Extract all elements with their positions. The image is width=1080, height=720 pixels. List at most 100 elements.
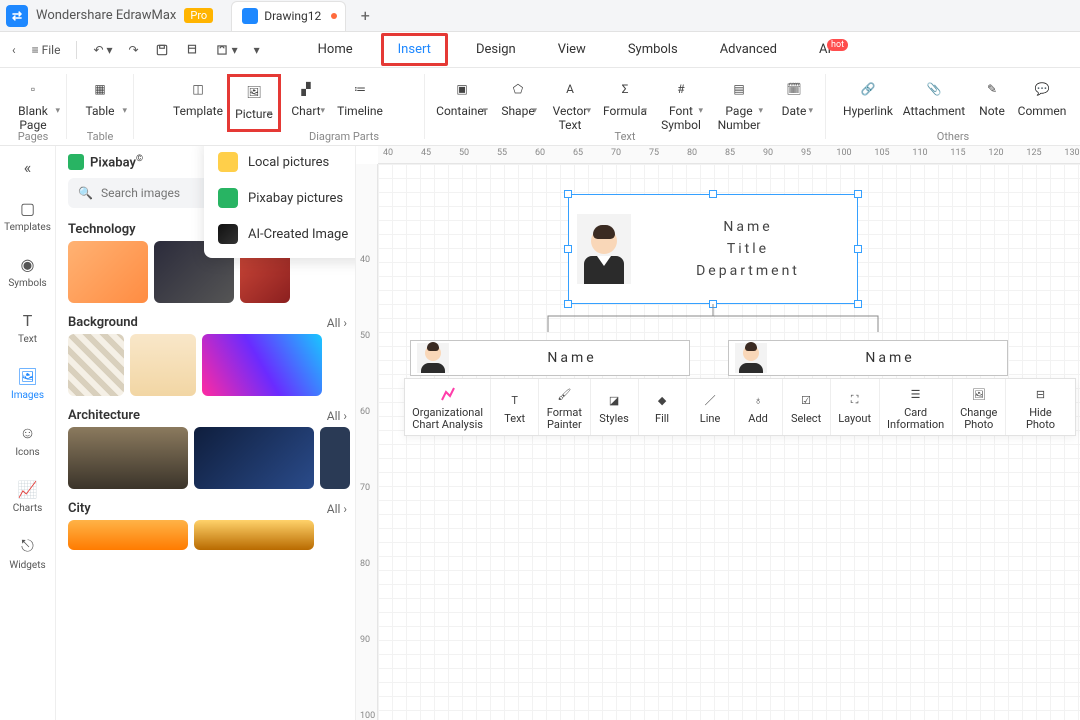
layout-icon: ⛶ <box>846 391 864 409</box>
horizontal-ruler: 4045505560657075808590951001051101151201… <box>378 146 1080 164</box>
org-node[interactable]: Name <box>728 340 1008 376</box>
ctx-change-photo[interactable]: 🖼Change Photo <box>953 379 1006 435</box>
page-number-button[interactable]: ▤Page Number▾ <box>709 74 769 132</box>
sidebar-widgets[interactable]: ⎋Widgets <box>0 532 55 575</box>
comment-button[interactable]: 💬Commen <box>1015 74 1069 118</box>
dd-pixabay-pictures[interactable]: Pixabay pictures <box>204 180 356 216</box>
chart-icon: ▞ <box>295 78 317 100</box>
menu-home[interactable]: Home <box>304 36 367 63</box>
vertical-sidebar: « ▢Templates ◉Symbols TText 🖼Images ☺Ico… <box>0 146 56 720</box>
ctx-add[interactable]: ♁Add <box>735 379 783 435</box>
undo-button[interactable]: ↶ ▾ <box>89 41 116 59</box>
thumb[interactable] <box>68 427 188 489</box>
doc-icon <box>242 8 258 24</box>
date-button[interactable]: 🗓Date▾ <box>769 74 819 118</box>
back-button[interactable]: ‹ <box>8 41 20 59</box>
hamburger-icon[interactable]: ≡ File <box>28 41 65 59</box>
all-link[interactable]: All › <box>327 409 347 423</box>
more-button[interactable]: ▾ <box>250 41 264 59</box>
document-tab[interactable]: Drawing12 <box>231 1 346 31</box>
ctx-card-info[interactable]: ☰Card Information <box>880 379 953 435</box>
formula-button[interactable]: ΣFormula▾ <box>597 74 653 118</box>
sidebar-symbols[interactable]: ◉Symbols <box>0 251 55 293</box>
blank-page-button[interactable]: ▫Blank Page▾ <box>0 74 66 132</box>
thumb[interactable] <box>194 427 314 489</box>
menu-insert[interactable]: Insert <box>381 33 448 66</box>
folder-icon <box>218 152 238 172</box>
app-name: Wondershare EdrawMax <box>36 8 176 23</box>
thumb[interactable] <box>320 427 350 489</box>
icons-icon: ☺ <box>19 423 35 443</box>
page-icon: ▫ <box>22 78 44 100</box>
card-icon: ☰ <box>907 385 925 403</box>
save-button[interactable] <box>151 41 173 59</box>
ctx-fill[interactable]: ◆Fill <box>639 379 687 435</box>
container-icon: ▣ <box>451 78 473 100</box>
thumb[interactable] <box>202 334 322 396</box>
ctx-format-painter[interactable]: 🖌Format Painter <box>539 379 590 435</box>
date-icon: 🗓 <box>783 78 805 100</box>
shape-button[interactable]: ⬠Shape▾ <box>493 74 543 118</box>
menu-symbols[interactable]: Symbols <box>614 36 692 63</box>
note-button[interactable]: ✎Note <box>969 74 1015 118</box>
ctx-line[interactable]: ／Line <box>687 379 735 435</box>
avatar <box>577 214 631 284</box>
redo-button[interactable]: ↷ <box>125 41 143 59</box>
ctx-select[interactable]: ☑Select <box>783 379 831 435</box>
main-menus: Home Insert Design View Symbols Advanced… <box>304 33 866 66</box>
cat-technology: Technology <box>68 222 136 237</box>
link-icon: 🔗 <box>857 78 879 100</box>
org-node[interactable]: Name <box>410 340 690 376</box>
org-node-selected[interactable]: Name Title Department <box>568 194 858 304</box>
thumb[interactable] <box>68 334 124 396</box>
new-tab-button[interactable]: + <box>352 3 378 29</box>
node-label: Name <box>773 350 1007 366</box>
dd-local-pictures[interactable]: Local pictures <box>204 146 356 180</box>
all-link[interactable]: All › <box>327 502 347 516</box>
menu-ai[interactable]: AIhot <box>805 36 866 63</box>
container-button[interactable]: ▣Container▾ <box>431 74 493 118</box>
note-icon: ✎ <box>981 78 1003 100</box>
analysis-icon <box>439 385 457 403</box>
vector-text-button[interactable]: AVector Text▾ <box>543 74 597 132</box>
menu-design[interactable]: Design <box>462 36 530 63</box>
ai-icon <box>218 224 238 244</box>
ctx-layout[interactable]: ⛶Layout <box>831 379 880 435</box>
thumb[interactable] <box>68 241 148 303</box>
thumb[interactable] <box>68 520 188 550</box>
canvas[interactable]: Name Title Department Name Name <box>378 164 1080 720</box>
thumb[interactable] <box>130 334 196 396</box>
hyperlink-button[interactable]: 🔗Hyperlink <box>837 74 899 118</box>
ctx-styles[interactable]: ◪Styles <box>591 379 639 435</box>
font-symbol-button[interactable]: #Font Symbol▾ <box>653 74 709 132</box>
print-button[interactable] <box>181 41 203 59</box>
chart-button[interactable]: ▞Chart▾ <box>281 74 331 118</box>
template-button[interactable]: ◫Template <box>169 74 227 118</box>
dd-ai-image[interactable]: AI-Created Image <box>204 216 356 252</box>
sidebar-icons[interactable]: ☺Icons <box>0 419 55 462</box>
attachment-button[interactable]: 📎Attachment <box>899 74 969 118</box>
sidebar-text[interactable]: TText <box>0 307 55 349</box>
ctx-text[interactable]: TText <box>491 379 539 435</box>
group-pages: Pages <box>18 130 49 145</box>
panel-title: Pixabay© <box>90 154 143 170</box>
table-button[interactable]: ▦Table▾ <box>67 74 133 118</box>
thumb[interactable] <box>194 520 314 550</box>
comment-icon: 💬 <box>1031 78 1053 100</box>
menu-advanced[interactable]: Advanced <box>706 36 791 63</box>
collapse-button[interactable]: « <box>0 154 55 181</box>
sidebar-images[interactable]: 🖼Images <box>0 363 55 405</box>
menu-view[interactable]: View <box>544 36 600 63</box>
sidebar-templates[interactable]: ▢Templates <box>0 195 55 237</box>
all-link[interactable]: All › <box>327 316 347 330</box>
ctx-org-analysis[interactable]: Organizational Chart Analysis <box>405 379 491 435</box>
export-button[interactable]: ▾ <box>211 41 242 59</box>
picture-button[interactable]: 🖼Picture▾ <box>227 74 281 132</box>
widgets-icon: ⎋ <box>21 536 34 556</box>
cat-architecture: Architecture <box>68 408 140 423</box>
menubar: ‹ ≡ File ↶ ▾ ↷ ▾ ▾ Home Insert Design Vi… <box>0 32 1080 68</box>
timeline-button[interactable]: ≔Timeline <box>331 74 389 118</box>
ctx-hide-photo[interactable]: ⊟Hide Photo <box>1006 379 1075 435</box>
chevron-left-icon: « <box>24 158 32 177</box>
sidebar-charts[interactable]: 📈Charts <box>0 476 55 518</box>
